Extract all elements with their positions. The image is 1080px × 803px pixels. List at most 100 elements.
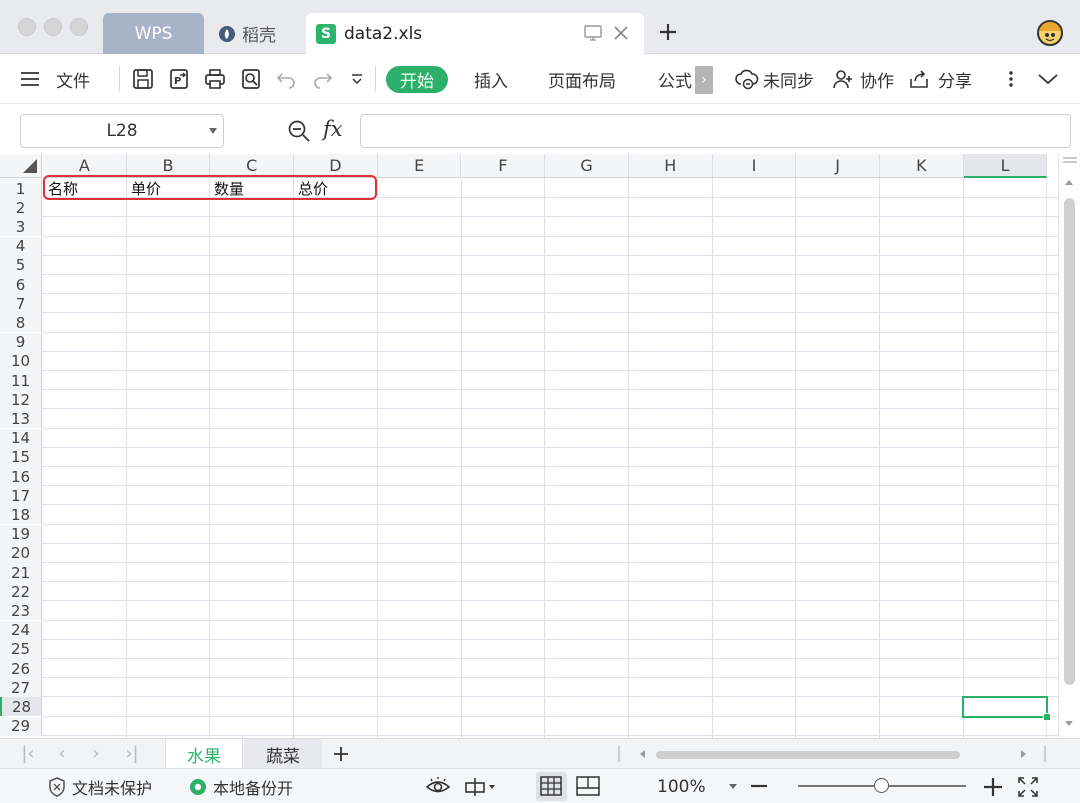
- column-header-J[interactable]: J: [796, 154, 880, 178]
- share-button[interactable]: 分享: [908, 54, 972, 104]
- zoom-percentage[interactable]: 100%: [657, 769, 706, 803]
- prev-sheet-icon[interactable]: ‹: [52, 743, 72, 764]
- horizontal-scroll-thumb[interactable]: [656, 751, 960, 759]
- name-box[interactable]: L28: [20, 114, 224, 148]
- horizontal-scrollbar[interactable]: [630, 744, 1036, 764]
- document-protection-status[interactable]: 文档未保护: [48, 769, 152, 803]
- row-header-5[interactable]: 5: [0, 255, 42, 275]
- cell-focus-icon[interactable]: [464, 777, 498, 797]
- column-header-K[interactable]: K: [880, 154, 964, 178]
- row-header-25[interactable]: 25: [0, 639, 42, 659]
- print-icon[interactable]: [204, 54, 226, 104]
- row-header-23[interactable]: 23: [0, 601, 42, 621]
- sheet-tab-fruit[interactable]: 水果: [165, 739, 243, 769]
- row-header-17[interactable]: 17: [0, 486, 42, 506]
- window-zoom-button[interactable]: [70, 18, 88, 36]
- select-all-corner[interactable]: [0, 154, 42, 178]
- column-header-F[interactable]: F: [461, 154, 546, 178]
- row-header-7[interactable]: 7: [0, 294, 42, 314]
- window-close-button[interactable]: [18, 18, 36, 36]
- quick-access-dropdown-icon[interactable]: [350, 54, 364, 104]
- tab-start[interactable]: 开始: [386, 66, 448, 93]
- tab-wps[interactable]: WPS: [103, 13, 204, 54]
- undo-icon[interactable]: [276, 54, 296, 104]
- next-sheet-icon[interactable]: ›: [86, 743, 106, 764]
- row-header-13[interactable]: 13: [0, 409, 42, 429]
- row-header-8[interactable]: 8: [0, 313, 42, 333]
- monitor-icon[interactable]: [584, 25, 602, 41]
- normal-view-icon[interactable]: [540, 776, 562, 796]
- sheet-tab-vegetable[interactable]: 蔬菜: [244, 739, 322, 769]
- row-header-26[interactable]: 26: [0, 659, 42, 678]
- zoom-dropdown-icon[interactable]: [728, 783, 738, 790]
- row-header-29[interactable]: 29: [0, 716, 42, 736]
- row-header-1[interactable]: 1: [0, 179, 42, 198]
- formula-input[interactable]: [360, 114, 1071, 148]
- avatar[interactable]: [1037, 20, 1063, 46]
- first-sheet-icon[interactable]: |‹: [18, 743, 38, 764]
- page-layout-view-icon[interactable]: [576, 776, 600, 796]
- local-backup-status[interactable]: 本地备份开: [189, 769, 293, 803]
- zoom-slider-knob[interactable]: [874, 778, 889, 793]
- row-header-3[interactable]: 3: [0, 217, 42, 237]
- vertical-scroll-thumb[interactable]: [1064, 198, 1075, 685]
- redo-icon[interactable]: [313, 54, 333, 104]
- fill-handle[interactable]: [1043, 713, 1051, 721]
- collaborate-button[interactable]: 协作: [832, 54, 894, 104]
- save-icon[interactable]: [132, 54, 154, 104]
- more-options-icon[interactable]: [1004, 54, 1018, 104]
- add-sheet-plus-icon[interactable]: [332, 745, 350, 763]
- row-header-19[interactable]: 19: [0, 524, 42, 544]
- row-header-12[interactable]: 12: [0, 390, 42, 410]
- scroll-down-icon[interactable]: [1064, 720, 1074, 728]
- zoom-out-minus-icon[interactable]: [750, 779, 768, 793]
- scroll-up-icon[interactable]: [1064, 178, 1074, 186]
- row-header-22[interactable]: 22: [0, 582, 42, 602]
- chevron-down-icon[interactable]: [1037, 54, 1059, 104]
- file-menu-button[interactable]: 文件: [20, 54, 90, 104]
- selected-cell-L28[interactable]: [962, 696, 1048, 718]
- row-header-27[interactable]: 27: [0, 678, 42, 698]
- row-header-28[interactable]: 28: [0, 697, 42, 717]
- sync-status-button[interactable]: 未同步: [735, 54, 814, 104]
- zoom-out-search-icon[interactable]: [287, 119, 311, 143]
- ribbon-more-arrow[interactable]: ›: [695, 66, 713, 94]
- dropdown-arrow-icon[interactable]: [209, 128, 217, 134]
- row-header-18[interactable]: 18: [0, 505, 42, 525]
- column-header-I[interactable]: I: [712, 154, 797, 178]
- column-header-G[interactable]: G: [545, 154, 629, 178]
- row-header-20[interactable]: 20: [0, 543, 42, 563]
- eye-protection-icon[interactable]: [425, 775, 451, 797]
- print-preview-icon[interactable]: [240, 54, 262, 104]
- column-header-L[interactable]: L: [963, 154, 1048, 178]
- tab-document[interactable]: S data2.xls: [306, 13, 644, 54]
- tab-insert[interactable]: 插入: [474, 54, 508, 104]
- window-minimize-button[interactable]: [44, 18, 62, 36]
- fx-icon[interactable]: fx: [323, 117, 343, 141]
- last-sheet-icon[interactable]: ›|: [122, 743, 142, 764]
- scroll-splitter[interactable]: [618, 746, 620, 762]
- column-header-H[interactable]: H: [628, 154, 713, 178]
- close-icon[interactable]: [613, 25, 629, 41]
- fullscreen-icon[interactable]: [1017, 776, 1039, 798]
- row-header-4[interactable]: 4: [0, 236, 42, 256]
- export-icon[interactable]: P: [168, 54, 190, 104]
- row-header-9[interactable]: 9: [0, 332, 42, 352]
- column-header-E[interactable]: E: [377, 154, 462, 178]
- row-header-16[interactable]: 16: [0, 467, 42, 486]
- zoom-in-plus-icon[interactable]: [983, 777, 1003, 797]
- row-header-21[interactable]: 21: [0, 563, 42, 582]
- row-header-6[interactable]: 6: [0, 275, 42, 294]
- tab-formula[interactable]: 公式: [658, 54, 692, 104]
- scroll-splitter-right[interactable]: [1044, 746, 1046, 762]
- row-header-2[interactable]: 2: [0, 198, 42, 218]
- row-header-10[interactable]: 10: [0, 351, 42, 371]
- row-header-24[interactable]: 24: [0, 620, 42, 640]
- new-tab-plus-icon[interactable]: [656, 20, 680, 44]
- vertical-scrollbar[interactable]: [1058, 154, 1080, 738]
- row-header-11[interactable]: 11: [0, 371, 42, 390]
- row-header-14[interactable]: 14: [0, 428, 42, 448]
- tab-page-layout[interactable]: 页面布局: [548, 54, 616, 104]
- scroll-right-icon[interactable]: [1020, 749, 1028, 759]
- row-header-15[interactable]: 15: [0, 447, 42, 467]
